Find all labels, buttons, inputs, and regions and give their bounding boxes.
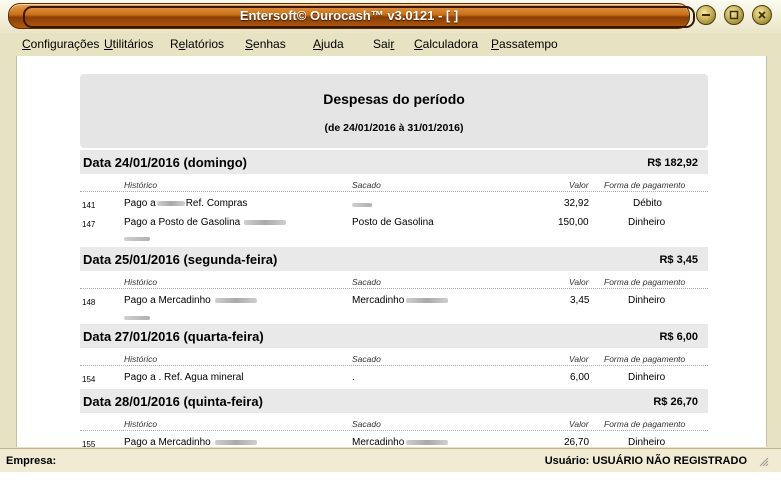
title-pill[interactable]: Entersoft© Ourocash™ v3.0121 - [ ] bbox=[8, 3, 695, 29]
col-forma: Forma de pagamento bbox=[604, 354, 686, 364]
col-valor: Valor bbox=[569, 180, 589, 190]
row-valor: 3,45 bbox=[570, 295, 590, 306]
maximize-icon bbox=[729, 10, 739, 20]
minimize-button[interactable] bbox=[696, 5, 716, 25]
historico-suffix: Ref. Compras bbox=[185, 198, 248, 209]
col-sacado: Sacado bbox=[352, 419, 381, 429]
separator bbox=[80, 430, 708, 431]
menu-senhas[interactable]: Senhas bbox=[245, 37, 286, 51]
menu-bar: Configurações Utilitários Relatórios Sen… bbox=[0, 33, 781, 56]
col-valor: Valor bbox=[569, 419, 589, 429]
redacted-text bbox=[406, 297, 449, 303]
sacado-text: Mercadinho bbox=[352, 437, 405, 447]
col-sacado: Sacado bbox=[352, 354, 381, 364]
report-header: Despesas do período (de 24/01/2016 à 31/… bbox=[80, 74, 708, 148]
redacted-text bbox=[214, 439, 257, 445]
row-historico: Pago a Mercadinho bbox=[124, 437, 257, 447]
status-bar: Empresa: Usuário: USUÁRIO NÃO REGISTRADO bbox=[0, 448, 781, 473]
menu-configuracoes[interactable]: Configurações bbox=[22, 37, 99, 51]
row-valor: 26,70 bbox=[564, 437, 590, 447]
window-title: Entersoft© Ourocash™ v3.0121 - [ ] bbox=[239, 8, 459, 23]
day-date: Data 25/01/2016 (segunda-feira) bbox=[83, 252, 278, 267]
col-historico: Histórico bbox=[124, 354, 158, 364]
row-historico: Pago a Ref. Compras bbox=[124, 198, 247, 209]
empresa-label: Empresa: bbox=[6, 455, 57, 467]
separator bbox=[80, 288, 708, 289]
minimize-icon bbox=[702, 14, 710, 16]
menu-sair[interactable]: Sair bbox=[373, 37, 394, 51]
menu-passatempo[interactable]: Passatempo bbox=[491, 37, 558, 51]
day-date: Data 28/01/2016 (quinta-feira) bbox=[83, 394, 263, 409]
redacted-text bbox=[244, 219, 287, 225]
col-historico: Histórico bbox=[124, 180, 158, 190]
day-total: R$ 26,70 bbox=[653, 396, 698, 408]
row-id: 154 bbox=[82, 375, 96, 384]
row-historico: Pago a Mercadinho bbox=[124, 295, 257, 306]
row-sacado: Mercadinho bbox=[352, 295, 449, 306]
sacado-text: Mercadinho bbox=[352, 295, 405, 306]
close-button[interactable] bbox=[752, 5, 772, 25]
day-total: R$ 3,45 bbox=[659, 254, 698, 266]
col-valor: Valor bbox=[569, 354, 589, 364]
row-id: 147 bbox=[82, 220, 96, 229]
row-id: 148 bbox=[82, 298, 96, 307]
row-forma: Dinheiro bbox=[628, 217, 666, 228]
redacted-text bbox=[156, 200, 185, 206]
day-header: Data 28/01/2016 (quinta-feira) R$ 26,70 bbox=[80, 389, 708, 413]
col-sacado: Sacado bbox=[352, 180, 381, 190]
col-forma: Forma de pagamento bbox=[604, 277, 686, 287]
separator bbox=[80, 365, 708, 366]
day-total: R$ 6,00 bbox=[659, 331, 698, 343]
row-sacado: Mercadinho bbox=[352, 437, 449, 447]
usuario-label: Usuário: USUÁRIO NÃO REGISTRADO bbox=[544, 455, 747, 467]
menu-ajuda[interactable]: Ajuda bbox=[313, 37, 344, 51]
resize-grip-icon[interactable] bbox=[759, 457, 769, 467]
row-valor: 32,92 bbox=[564, 198, 590, 209]
row-historico: Pago a Posto de Gasolina bbox=[124, 217, 287, 228]
day-header: Data 27/01/2016 (quarta-feira) R$ 6,00 bbox=[80, 324, 708, 348]
title-bar: Entersoft© Ourocash™ v3.0121 - [ ] bbox=[0, 0, 781, 33]
menu-relatorios[interactable]: Relatórios bbox=[170, 37, 224, 51]
day-date: Data 27/01/2016 (quarta-feira) bbox=[83, 329, 264, 344]
menu-calculadora[interactable]: Calculadora bbox=[414, 37, 478, 51]
historico-prefix: Pago a Mercadinho bbox=[124, 295, 211, 306]
row-forma: Dinheiro bbox=[628, 372, 666, 383]
redacted-text bbox=[124, 316, 150, 320]
day-total: R$ 182,92 bbox=[647, 157, 698, 169]
row-valor: 6,00 bbox=[570, 372, 590, 383]
redacted-sacado bbox=[352, 203, 372, 207]
day-date: Data 24/01/2016 (domingo) bbox=[83, 155, 247, 170]
redacted-text bbox=[214, 297, 257, 303]
redacted-text bbox=[124, 237, 150, 241]
row-valor: 150,00 bbox=[558, 217, 589, 228]
separator bbox=[80, 191, 708, 192]
report-viewer[interactable]: Despesas do período (de 24/01/2016 à 31/… bbox=[16, 56, 767, 447]
col-historico: Histórico bbox=[124, 277, 158, 287]
row-forma: Dinheiro bbox=[628, 437, 666, 447]
historico-prefix: Pago a bbox=[124, 198, 156, 209]
col-sacado: Sacado bbox=[352, 277, 381, 287]
col-valor: Valor bbox=[569, 277, 589, 287]
day-header: Data 24/01/2016 (domingo) R$ 182,92 bbox=[80, 150, 708, 174]
historico-prefix: Pago a Posto de Gasolina bbox=[124, 217, 241, 228]
row-forma: Débito bbox=[633, 198, 662, 209]
row-historico: Pago a . Ref. Agua mineral bbox=[124, 372, 244, 383]
row-sacado: . bbox=[352, 372, 355, 383]
historico-prefix: Pago a Mercadinho bbox=[124, 437, 211, 447]
day-header: Data 25/01/2016 (segunda-feira) R$ 3,45 bbox=[80, 247, 708, 271]
menu-utilitarios[interactable]: Utilitários bbox=[104, 37, 153, 51]
col-forma: Forma de pagamento bbox=[604, 419, 686, 429]
maximize-button[interactable] bbox=[724, 5, 744, 25]
row-forma: Dinheiro bbox=[628, 295, 666, 306]
row-sacado: Posto de Gasolina bbox=[352, 217, 434, 228]
row-id: 141 bbox=[82, 201, 96, 210]
report-period: (de 24/01/2016 à 31/01/2016) bbox=[324, 122, 464, 134]
row-id: 155 bbox=[82, 440, 96, 447]
col-historico: Histórico bbox=[124, 419, 158, 429]
window-bottom-edge bbox=[0, 472, 781, 483]
col-forma: Forma de pagamento bbox=[604, 180, 686, 190]
close-icon bbox=[758, 11, 766, 19]
redacted-text bbox=[406, 439, 449, 445]
report-title: Despesas do período bbox=[323, 91, 465, 107]
